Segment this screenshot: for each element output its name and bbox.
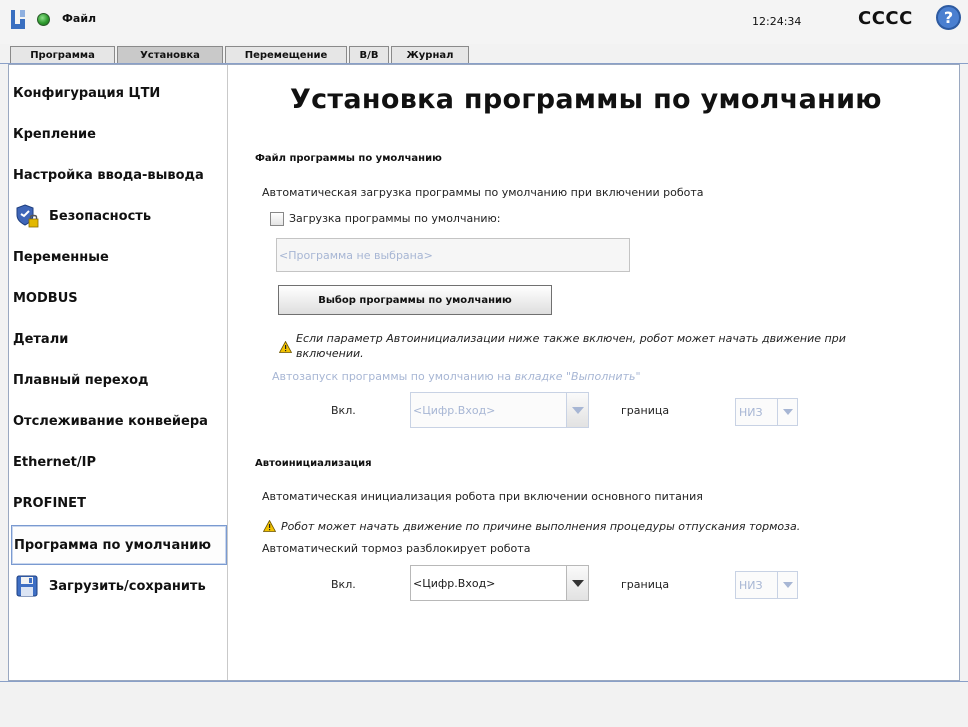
brake-release-text: Автоматический тормоз разблокирует робот… xyxy=(262,542,531,555)
sidebar-item-conveyor-tracking[interactable]: Отслеживание конвейера xyxy=(11,401,227,441)
sidebar-item-default-program[interactable]: Программа по умолчанию xyxy=(11,525,227,565)
warning-icon xyxy=(263,520,276,532)
chevron-down-icon[interactable] xyxy=(777,572,797,598)
autostart-input-select[interactable]: <Цифр.Вход> xyxy=(410,392,589,428)
safety-shield-lock-icon xyxy=(16,204,39,228)
autoinit-on-label: Вкл. xyxy=(331,578,356,591)
brake-warning-text: Робот может начать движение по причине в… xyxy=(281,520,801,533)
sidebar-item-label: Безопасность xyxy=(49,208,152,224)
chevron-down-icon[interactable] xyxy=(777,399,797,425)
sidebar-divider xyxy=(227,65,228,680)
load-default-program-label: Загрузка программы по умолчанию: xyxy=(289,212,501,225)
sidebar-item-label: MODBUS xyxy=(13,290,78,306)
file-menu[interactable]: Файл xyxy=(62,12,96,25)
warning-icon xyxy=(279,341,292,353)
installation-sidebar: Конфигурация ЦТИ Крепление Настройка вво… xyxy=(9,65,227,680)
default-file-heading: Файл программы по умолчанию xyxy=(255,153,442,164)
help-icon: ? xyxy=(943,8,954,27)
default-file-description: Автоматическая загрузка программы по умо… xyxy=(262,186,704,199)
sidebar-item-features[interactable]: Детали xyxy=(11,319,227,359)
tab-move[interactable]: Перемещение xyxy=(225,46,347,64)
tab-io[interactable]: В/В xyxy=(349,46,389,64)
autoinit-edge-select[interactable]: НИЗ xyxy=(735,571,798,599)
robot-name: CCCC xyxy=(858,8,913,29)
panel-bottom-divider xyxy=(0,681,968,682)
sidebar-item-modbus[interactable]: MODBUS xyxy=(11,278,227,318)
universal-robots-logo-icon xyxy=(11,10,25,29)
autoinit-input-value: <Цифр.Вход> xyxy=(413,576,496,590)
sidebar-item-label: Конфигурация ЦТИ xyxy=(13,85,161,101)
sidebar-item-safety[interactable]: Безопасность xyxy=(11,196,227,236)
sidebar-item-label: Ethernet/IP xyxy=(13,454,96,470)
sidebar-item-label: Загрузить/сохранить xyxy=(49,578,206,594)
sidebar-item-label: Крепление xyxy=(13,126,96,142)
select-default-program-button[interactable]: Выбор программы по умолчанию xyxy=(278,285,552,315)
floppy-disk-icon xyxy=(16,575,38,597)
tab-program[interactable]: Программа xyxy=(10,46,115,64)
load-default-program-checkbox[interactable] xyxy=(270,212,284,226)
run-tab-link: вкладке "Выполнить" xyxy=(514,370,641,383)
page-title: Установка программы по умолчанию xyxy=(290,84,882,115)
tab-installation[interactable]: Установка xyxy=(117,46,223,64)
autoinit-heading: Автоинициализация xyxy=(255,458,372,469)
top-bar: Файл 12:24:34 CCCC ? xyxy=(0,0,968,44)
autoinit-warning-line1: Если параметр Автоинициализации ниже так… xyxy=(296,332,846,345)
sidebar-item-tcp-config[interactable]: Конфигурация ЦТИ xyxy=(11,73,227,113)
sidebar-item-label: Программа по умолчанию xyxy=(14,537,211,553)
sidebar-item-ethernet-ip[interactable]: Ethernet/IP xyxy=(11,442,227,482)
chevron-down-icon[interactable] xyxy=(566,393,588,427)
sidebar-item-io-setup[interactable]: Настройка ввода-вывода xyxy=(11,155,227,195)
autostart-edge-value: НИЗ xyxy=(739,405,763,419)
default-program-field[interactable]: <Программа не выбрана> xyxy=(276,238,630,272)
autostart-on-label: Вкл. xyxy=(331,404,356,417)
autoinit-warning-line2: включении. xyxy=(296,347,364,360)
autoinit-input-select[interactable]: <Цифр.Вход> xyxy=(410,565,589,601)
default-program-placeholder: <Программа не выбрана> xyxy=(279,248,433,262)
sidebar-item-variables[interactable]: Переменные xyxy=(11,237,227,277)
autoinit-edge-label: граница xyxy=(621,578,670,591)
sidebar-item-smooth-transition[interactable]: Плавный переход xyxy=(11,360,227,400)
robot-status-icon[interactable] xyxy=(37,13,50,26)
sidebar-item-label: Отслеживание конвейера xyxy=(13,413,208,429)
autoinit-edge-value: НИЗ xyxy=(739,578,763,592)
sidebar-item-mounting[interactable]: Крепление xyxy=(11,114,227,154)
sidebar-item-label: Плавный переход xyxy=(13,372,149,388)
tab-log[interactable]: Журнал xyxy=(391,46,469,64)
sidebar-item-profinet[interactable]: PROFINET xyxy=(11,483,227,523)
sidebar-item-load-save[interactable]: Загрузить/сохранить xyxy=(11,566,227,606)
autostart-edge-select[interactable]: НИЗ xyxy=(735,398,798,426)
clock: 12:24:34 xyxy=(752,15,802,28)
autostart-input-value: <Цифр.Вход> xyxy=(413,403,496,417)
sidebar-item-label: Настройка ввода-вывода xyxy=(13,167,204,183)
autostart-edge-label: граница xyxy=(621,404,670,417)
sidebar-item-label: Переменные xyxy=(13,249,109,265)
help-button[interactable]: ? xyxy=(936,5,961,30)
chevron-down-icon[interactable] xyxy=(566,566,588,600)
sidebar-item-label: PROFINET xyxy=(13,495,86,511)
autoinit-description: Автоматическая инициализация робота при … xyxy=(262,490,703,503)
autostart-text: Автозапуск программы по умолчанию на вкл… xyxy=(272,370,641,383)
sidebar-item-label: Детали xyxy=(13,331,69,347)
